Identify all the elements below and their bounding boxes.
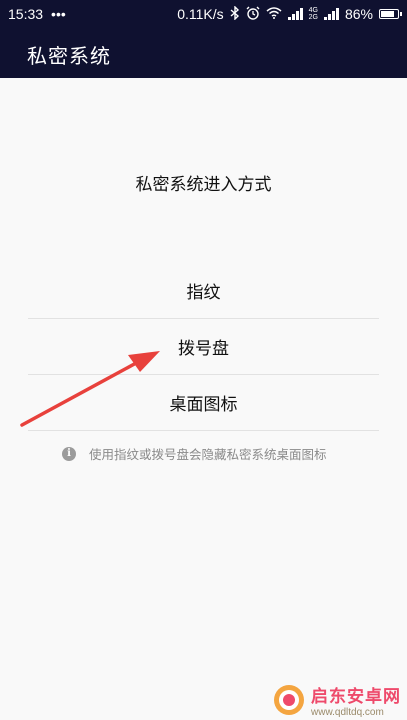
network-type-label: 4G 2G (309, 7, 318, 21)
option-dialer[interactable]: 拨号盘 (28, 319, 379, 375)
app-bar: 私密系统 (0, 30, 407, 78)
option-fingerprint[interactable]: 指纹 (28, 263, 379, 319)
status-bar: 15:33 ••• 0.11K/s 4G 2G 86% (0, 0, 407, 30)
hint-text: 使用指纹或拨号盘会隐藏私密系统桌面图标 (89, 447, 327, 462)
section-title: 私密系统进入方式 (135, 175, 272, 195)
signal-icon (323, 8, 339, 20)
watermark-url: www.qdltdq.com (311, 707, 384, 718)
watermark-logo-icon (274, 685, 304, 715)
signal-icon (287, 8, 303, 20)
watermark-name: 启东安卓网 (311, 687, 401, 707)
network-speed: 0.11K/s (177, 6, 224, 22)
entry-method-list: 指纹 拨号盘 桌面图标 (28, 263, 379, 431)
battery-percent: 86% (344, 6, 373, 22)
status-left: 15:33 ••• (8, 6, 66, 22)
status-notification-dots: ••• (51, 6, 66, 22)
page-title: 私密系统 (27, 44, 111, 68)
watermark: 启东安卓网 www.qdltdq.com (273, 682, 401, 718)
info-icon: i (62, 446, 76, 461)
option-desktop-icon[interactable]: 桌面图标 (28, 375, 379, 431)
bluetooth-icon (230, 5, 240, 22)
battery-icon (379, 9, 402, 19)
status-right: 0.11K/s 4G 2G 86% (177, 5, 402, 22)
watermark-text: 启东安卓网 www.qdltdq.com (311, 682, 401, 718)
main-content: 私密系统进入方式 指纹 拨号盘 桌面图标 i 使用指纹或拨号盘会隐藏私密系统桌面… (0, 78, 407, 720)
wifi-icon (266, 7, 282, 21)
battery-fill (381, 11, 394, 17)
hint-row: i 使用指纹或拨号盘会隐藏私密系统桌面图标 (62, 444, 327, 463)
alarm-icon (246, 6, 260, 22)
network-type-top: 4G (308, 7, 318, 14)
network-type-bottom: 2G (308, 14, 318, 21)
status-time: 15:33 (8, 6, 44, 22)
